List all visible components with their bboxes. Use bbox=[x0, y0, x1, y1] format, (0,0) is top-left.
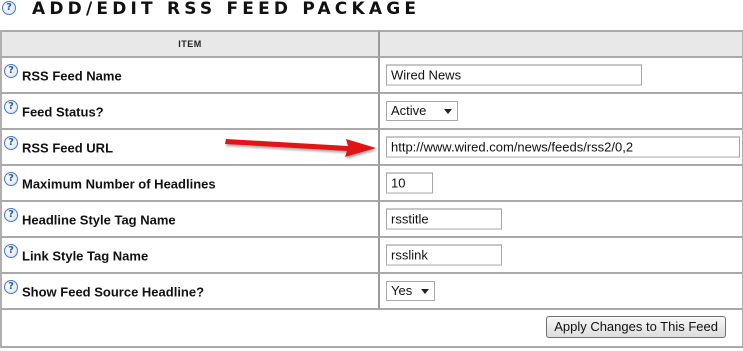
feed-status-select[interactable]: Active bbox=[386, 101, 458, 121]
apply-changes-button[interactable]: Apply Changes to This Feed bbox=[546, 316, 726, 338]
table-row: ? Headline Style Tag Name rsstitle bbox=[0, 202, 743, 238]
row-label-cell: ? Feed Status? bbox=[0, 94, 380, 130]
row-label-cell: ? Maximum Number of Headlines bbox=[0, 166, 380, 202]
rss-feed-package-page: ? ADD/EDIT RSS FEED PACKAGE ITEM ? RSS F… bbox=[0, 0, 743, 351]
table-header-row: ITEM bbox=[0, 30, 743, 58]
action-cell: Apply Changes to This Feed bbox=[0, 310, 743, 348]
row-value-cell: Active bbox=[380, 94, 743, 130]
help-icon[interactable]: ? bbox=[4, 64, 18, 78]
rss-feed-name-label: RSS Feed Name bbox=[22, 68, 122, 84]
show-feed-source-headline-label: Show Feed Source Headline? bbox=[22, 284, 205, 300]
help-icon[interactable]: ? bbox=[4, 280, 18, 294]
table-row: ? Maximum Number of Headlines 10 bbox=[0, 166, 743, 202]
row-value-cell: rsslink bbox=[380, 238, 743, 274]
table-row: ? Link Style Tag Name rsslink bbox=[0, 238, 743, 274]
table-row: ? RSS Feed Name Wired News bbox=[0, 58, 743, 94]
table-row: ? RSS Feed URL http://www.wired.com/news… bbox=[0, 130, 743, 166]
help-icon[interactable]: ? bbox=[4, 136, 18, 150]
rss-feed-url-input[interactable]: http://www.wired.com/news/feeds/rss2/0,2 bbox=[386, 136, 740, 158]
row-value-cell: Yes bbox=[380, 274, 743, 310]
chevron-down-icon bbox=[421, 289, 429, 294]
header-item-label: ITEM bbox=[178, 39, 202, 49]
row-label-cell: ? RSS Feed URL bbox=[0, 130, 380, 166]
rss-feed-name-input[interactable]: Wired News bbox=[386, 64, 642, 86]
row-label-cell: ? Link Style Tag Name bbox=[0, 238, 380, 274]
headline-style-tag-label: Headline Style Tag Name bbox=[22, 212, 176, 228]
row-value-cell: Wired News bbox=[380, 58, 743, 94]
help-icon[interactable]: ? bbox=[4, 244, 18, 258]
row-label-cell: ? Show Feed Source Headline? bbox=[0, 274, 380, 310]
show-feed-source-headline-select[interactable]: Yes bbox=[386, 281, 435, 301]
header-value-cell bbox=[380, 30, 743, 58]
max-headlines-label: Maximum Number of Headlines bbox=[22, 176, 216, 192]
show-feed-source-headline-selected-value: Yes bbox=[391, 283, 413, 298]
table-row: ? Feed Status? Active bbox=[0, 94, 743, 130]
row-value-cell: rsstitle bbox=[380, 202, 743, 238]
help-icon[interactable]: ? bbox=[4, 100, 18, 114]
help-icon[interactable]: ? bbox=[4, 208, 18, 222]
link-style-tag-label: Link Style Tag Name bbox=[22, 248, 149, 264]
link-style-tag-input[interactable]: rsslink bbox=[386, 244, 502, 266]
feed-status-selected-value: Active bbox=[391, 103, 427, 118]
row-label-cell: ? Headline Style Tag Name bbox=[0, 202, 380, 238]
page-title: ADD/EDIT RSS FEED PACKAGE bbox=[32, 0, 421, 19]
feed-settings-table: ITEM ? RSS Feed Name Wired News ? Feed S… bbox=[0, 30, 743, 348]
action-row: Apply Changes to This Feed bbox=[0, 310, 743, 348]
rss-feed-url-label: RSS Feed URL bbox=[22, 140, 114, 156]
headline-style-tag-input[interactable]: rsstitle bbox=[386, 208, 502, 230]
feed-status-label: Feed Status? bbox=[22, 104, 104, 120]
row-value-cell: 10 bbox=[380, 166, 743, 202]
chevron-down-icon bbox=[444, 109, 452, 114]
help-icon[interactable]: ? bbox=[2, 1, 16, 15]
help-icon[interactable]: ? bbox=[4, 172, 18, 186]
row-value-cell: http://www.wired.com/news/feeds/rss2/0,2 bbox=[380, 130, 743, 166]
max-headlines-input[interactable]: 10 bbox=[386, 172, 433, 194]
table-row: ? Show Feed Source Headline? Yes bbox=[0, 274, 743, 310]
title-bar: ? ADD/EDIT RSS FEED PACKAGE bbox=[0, 0, 743, 24]
header-item-cell: ITEM bbox=[0, 30, 380, 58]
row-label-cell: ? RSS Feed Name bbox=[0, 58, 380, 94]
